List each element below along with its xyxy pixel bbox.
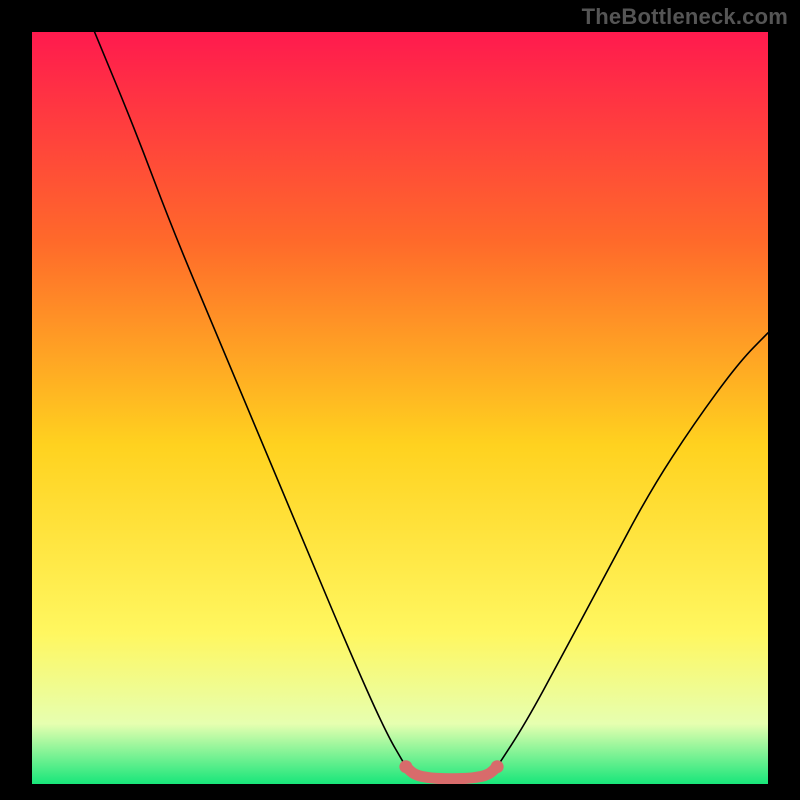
bottleneck-curve-chart bbox=[0, 0, 800, 800]
chart-gradient-background bbox=[32, 32, 768, 784]
flat-start-dot bbox=[399, 760, 412, 773]
attribution-label: TheBottleneck.com bbox=[582, 4, 788, 30]
chart-frame: TheBottleneck.com bbox=[0, 0, 800, 800]
flat-end-dot bbox=[491, 760, 504, 773]
